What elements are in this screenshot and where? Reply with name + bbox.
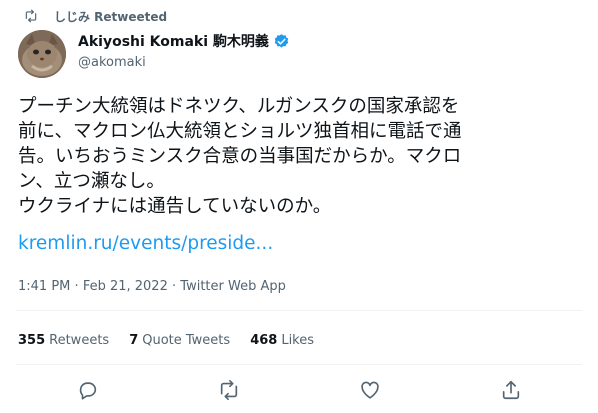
- retweets-label: Retweets: [49, 333, 110, 348]
- tweet-meta: 1:41 PM · Feb 21, 2022 · Twitter Web App: [18, 279, 286, 294]
- author-display-name[interactable]: Akiyoshi Komaki 駒木明義: [78, 31, 269, 51]
- cat-avatar-image: [18, 30, 66, 78]
- tweet-source[interactable]: Twitter Web App: [180, 279, 286, 294]
- quotes-stat[interactable]: 7 Quote Tweets: [129, 333, 230, 348]
- author-block: Akiyoshi Komaki 駒木明義 @akomaki: [78, 30, 290, 70]
- retweet-context[interactable]: しじみ Retweeted: [24, 6, 167, 26]
- retweet-button[interactable]: [218, 379, 240, 401]
- share-icon: [502, 380, 520, 400]
- likes-count: 468: [250, 333, 278, 348]
- share-button[interactable]: [500, 379, 522, 401]
- retweets-stat[interactable]: 355 Retweets: [18, 333, 109, 348]
- reply-icon: [79, 382, 97, 400]
- avatar[interactable]: [18, 30, 66, 78]
- tweet-text: プーチン大統領はドネツク、ルガンスクの国家承認を 前に、マクロン仏大統領とショル…: [18, 96, 462, 217]
- tweet-date[interactable]: Feb 21, 2022: [83, 279, 168, 294]
- retweet-context-label: しじみ Retweeted: [54, 9, 168, 24]
- retweets-count: 355: [18, 333, 46, 348]
- tweet-actions: [0, 376, 598, 404]
- likes-label: Likes: [281, 333, 315, 348]
- meta-separator: ·: [172, 279, 177, 294]
- reply-button[interactable]: [77, 379, 99, 401]
- divider-bottom: [16, 364, 582, 365]
- meta-separator: ·: [74, 279, 79, 294]
- tweet-link[interactable]: kremlin.ru/events/preside...: [18, 233, 273, 254]
- likes-stat[interactable]: 468 Likes: [250, 333, 314, 348]
- retweet-icon: [25, 9, 37, 23]
- like-button[interactable]: [359, 379, 381, 401]
- verified-badge-icon: [274, 33, 289, 48]
- retweet-icon: [220, 380, 238, 400]
- divider-top: [16, 310, 582, 311]
- like-icon: [361, 381, 379, 399]
- quotes-count: 7: [129, 333, 139, 348]
- author-handle[interactable]: @akomaki: [78, 55, 290, 70]
- tweet-time[interactable]: 1:41 PM: [18, 279, 70, 294]
- quotes-label: Quote Tweets: [142, 333, 231, 348]
- tweet-stats: 355 Retweets 7 Quote Tweets 468 Likes: [18, 333, 314, 348]
